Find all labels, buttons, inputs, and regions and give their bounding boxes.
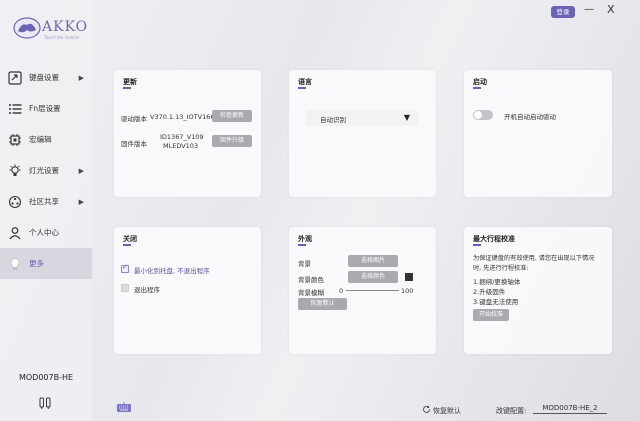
card-title: 更新: [123, 78, 137, 86]
background-color-label: 背景颜色: [298, 276, 324, 284]
card-title: 外观: [298, 235, 312, 243]
minimize-to-tray-checkbox[interactable]: [121, 263, 129, 273]
driver-version-label: 驱动版本: [121, 115, 147, 123]
list-icon: [8, 102, 22, 116]
change-config-select[interactable]: MOD007B-HE_2: [533, 404, 607, 414]
autostart-toggle[interactable]: [473, 110, 493, 120]
sidebar-item-more[interactable]: 更多: [0, 248, 92, 279]
language-card: 语言 自动识别 ▼: [289, 70, 436, 197]
sidebar: AKKO Touch the fashion 键盘设置 ▶ Fn层设置 宏编辑 …: [0, 0, 92, 421]
background-label: 背景: [298, 260, 311, 268]
sidebar-item-community[interactable]: 社区共享 ▶: [0, 186, 92, 217]
keyboard-icon: [8, 70, 22, 85]
card-title: 最大行程校准: [473, 235, 515, 243]
akko-logo: AKKO Touch the fashion: [12, 14, 87, 44]
app-window: AKKO Touch the fashion 键盘设置 ▶ Fn层设置 宏编辑 …: [0, 0, 640, 421]
toggle-knob: [474, 111, 482, 119]
sidebar-item-label: 灯光设置: [29, 166, 59, 175]
title-underline: [473, 244, 481, 246]
logo-tagline: Touch the fashion: [44, 35, 80, 40]
card-title: 语言: [298, 78, 312, 86]
bulb-icon: [8, 164, 22, 178]
sidebar-item-lighting[interactable]: 灯光设置 ▶: [0, 155, 92, 186]
person-icon: [8, 226, 22, 240]
blur-min-label: 0: [339, 287, 344, 295]
exit-program-checkbox[interactable]: [121, 284, 129, 292]
color-swatch[interactable]: [405, 273, 413, 281]
keyboard-toggle-icon[interactable]: [116, 401, 132, 413]
firmware-version-value-line1: ID1367_V109: [160, 133, 204, 141]
device-icon[interactable]: [38, 396, 52, 410]
title-underline: [298, 244, 306, 246]
share-icon: [8, 195, 22, 209]
choose-color-button[interactable]: 选择颜色: [348, 271, 398, 283]
sidebar-item-label: 宏编辑: [29, 135, 52, 144]
login-button[interactable]: 登录: [551, 6, 575, 18]
logo-mark-icon: [13, 17, 41, 39]
chip-icon: [8, 133, 22, 147]
chevron-down-icon: ▼: [403, 113, 410, 122]
firmware-version-value-line2: MLEDV103: [163, 142, 199, 150]
sidebar-item-profile[interactable]: 个人中心: [0, 217, 92, 248]
sidebar-item-label: 社区共享: [29, 197, 59, 206]
exit-program-label: 退出程序: [134, 286, 160, 294]
sidebar-item-label: Fn层设置: [29, 104, 61, 113]
title-underline: [298, 87, 306, 89]
close-button[interactable]: X: [607, 3, 615, 16]
calibration-item-2: 2.升级固件: [473, 288, 506, 296]
sidebar-item-fn-layer[interactable]: Fn层设置: [0, 93, 92, 124]
sidebar-item-label: 更多: [29, 259, 44, 268]
chevron-right-icon: ▶: [78, 197, 84, 206]
calibration-card: 最大行程校准 为保证键盘的有效使用, 请您在出现以下情况 时, 先进行行程校准:…: [464, 227, 612, 354]
refresh-icon[interactable]: [422, 405, 431, 414]
minimize-button[interactable]: —: [584, 4, 594, 15]
language-select[interactable]: 自动识别 ▼: [306, 110, 418, 126]
autostart-label: 开机自动启动驱动: [504, 113, 556, 121]
chevron-right-icon: ▶: [78, 73, 84, 82]
card-title: 启动: [473, 78, 487, 86]
title-underline: [473, 87, 481, 89]
sidebar-nav: 键盘设置 ▶ Fn层设置 宏编辑 灯光设置 ▶ 社区共享 ▶ 个人中心 更多: [0, 62, 92, 279]
startup-card: 启动 开机自动启动驱动: [464, 70, 612, 197]
sidebar-item-label: 个人中心: [29, 228, 59, 237]
calibration-description-line2: 时, 先进行行程校准:: [473, 265, 529, 272]
change-config-label: 改键配置:: [496, 407, 527, 415]
driver-version-value: V370.1.13_IOTV166: [150, 113, 215, 121]
restore-default-button[interactable]: 恢复默认: [433, 406, 461, 416]
start-calibration-button[interactable]: 开始校准: [473, 309, 509, 321]
card-title: 关闭: [123, 235, 137, 243]
sidebar-item-keyboard-settings[interactable]: 键盘设置 ▶: [0, 62, 92, 93]
logo-text: AKKO: [42, 19, 89, 35]
calibration-description-line1: 为保证键盘的有效使用, 请您在出现以下情况: [473, 255, 595, 262]
blur-slider[interactable]: [346, 290, 399, 291]
close-behavior-card: 关闭 最小化到托盘, 不退出程序 退出程序: [114, 227, 261, 354]
sidebar-item-label: 键盘设置: [29, 73, 59, 82]
lightbulb-icon: [8, 257, 22, 271]
background-blur-label: 背景模糊: [298, 289, 324, 297]
title-underline: [123, 87, 131, 89]
calibration-item-3: 3.键盘无法使用: [473, 298, 519, 306]
reset-appearance-button[interactable]: 恢复默认: [298, 298, 347, 310]
firmware-upgrade-button[interactable]: 固件升级: [212, 135, 252, 147]
chevron-right-icon: ▶: [78, 166, 84, 175]
sidebar-item-macro[interactable]: 宏编辑: [0, 124, 92, 155]
minimize-to-tray-label: 最小化到托盘, 不退出程序: [134, 267, 210, 275]
check-update-button[interactable]: 检查更新: [212, 110, 252, 122]
language-selected-value: 自动识别: [320, 116, 346, 124]
firmware-version-label: 固件版本: [121, 140, 147, 148]
title-underline: [123, 244, 131, 246]
calibration-item-1: 1.捆绑/更换轴体: [473, 278, 521, 286]
blur-max-label: 100: [401, 287, 414, 295]
device-name: MOD007B-HE: [18, 373, 74, 382]
appearance-card: 外观 背景 选择图片 背景颜色 选择颜色 背景模糊 0 100 恢复默认: [289, 227, 436, 354]
update-card: 更新 驱动版本 V370.1.13_IOTV166 检查更新 固件版本 ID13…: [114, 70, 261, 197]
choose-image-button[interactable]: 选择图片: [348, 255, 398, 267]
